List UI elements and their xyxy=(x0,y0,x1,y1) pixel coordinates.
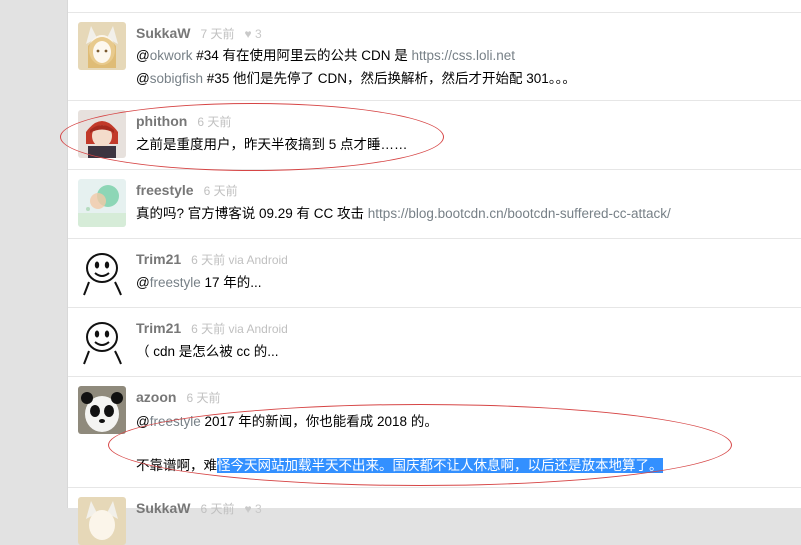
reply-time: 6 天前 xyxy=(197,115,232,129)
reply-meta: azoon 6 天前 xyxy=(136,388,220,407)
reply-text: #35 他们是先停了 CDN，然后换解析，然后才开始配 301。。。 xyxy=(203,71,576,86)
previous-reply-edge xyxy=(68,0,801,13)
mention-link[interactable]: freestyle xyxy=(150,275,201,290)
reply-text: （ cdn 是怎么被 cc 的... xyxy=(136,344,279,359)
username-link[interactable]: SukkaW xyxy=(136,25,190,41)
reply-time: 6 天前 xyxy=(186,391,221,405)
replies-panel: SukkaW 7 天前 ♥ 3 @okwork #34 有在使用阿里云的公共 CDN… xyxy=(67,0,801,545)
reply-line: @freestyle 17 年的... xyxy=(136,273,262,293)
reply-text: @ xyxy=(136,48,150,63)
reply-meta: freestyle 6 天前 xyxy=(136,181,238,200)
avatar[interactable] xyxy=(78,110,126,158)
like-count: ♥ 3 xyxy=(244,502,262,516)
avatar[interactable] xyxy=(78,497,126,545)
reply-line: 不靠谱啊，难怪今天网站加载半天不出来。国庆都不让人休息啊，以后还是放本地算了。 xyxy=(136,456,663,476)
avatar[interactable] xyxy=(78,248,126,296)
reply-cell: SukkaW 7 天前 ♥ 3 @okwork #34 有在使用阿里云的公共 CDN… xyxy=(68,13,801,101)
reply-meta: Trim21 6 天前 via Android xyxy=(136,250,288,269)
reply-text: @ xyxy=(136,71,150,86)
reply-text: 真的吗? 官方博客说 09.29 有 CC 攻击 xyxy=(136,206,368,221)
reply-time: 6 天前 via Android xyxy=(191,322,288,336)
reply-cell: Trim21 6 天前 via Android （ cdn 是怎么被 cc 的..… xyxy=(68,308,801,377)
reply-time: 6 天前 xyxy=(200,502,235,516)
mention-link[interactable]: okwork xyxy=(150,48,193,63)
reply-line: @sobigfish #35 他们是先停了 CDN，然后换解析，然后才开始配 3… xyxy=(136,69,576,89)
username-link[interactable]: freestyle xyxy=(136,182,194,198)
username-link[interactable]: phithon xyxy=(136,113,187,129)
reply-cell: SukkaW 6 天前 ♥ 3 xyxy=(68,488,801,545)
reply-text: 2017 年的新闻，你也能看成 2018 的。 xyxy=(200,414,438,429)
reply-line: @okwork #34 有在使用阿里云的公共 CDN 是 https://css… xyxy=(136,46,515,66)
avatar[interactable] xyxy=(78,179,126,227)
avatar[interactable] xyxy=(78,22,126,70)
reply-line: 之前是重度用户，昨天半夜搞到 5 点才睡…… xyxy=(136,135,408,155)
selected-text: 怪今天网站加载半天不出来。国庆都不让人休息啊，以后还是放本地算了。 xyxy=(217,458,663,473)
reply-line: @freestyle 2017 年的新闻，你也能看成 2018 的。 xyxy=(136,412,438,432)
reply-cell: Trim21 6 天前 via Android @freestyle 17 年的.… xyxy=(68,239,801,308)
url-link[interactable]: https://css.loli.net xyxy=(412,48,516,63)
reply-cell: azoon 6 天前 @freestyle 2017 年的新闻，你也能看成 201… xyxy=(68,377,801,488)
reply-line: （ cdn 是怎么被 cc 的... xyxy=(136,342,279,362)
like-count: ♥ 3 xyxy=(244,27,262,41)
username-link[interactable]: Trim21 xyxy=(136,320,181,336)
reply-line: 真的吗? 官方博客说 09.29 有 CC 攻击 https://blog.bo… xyxy=(136,204,671,224)
reply-text: 17 年的... xyxy=(200,275,262,290)
reply-text: 之前是重度用户，昨天半夜搞到 5 点才睡…… xyxy=(136,137,408,152)
avatar[interactable] xyxy=(78,386,126,434)
username-link[interactable]: SukkaW xyxy=(136,500,190,516)
avatar[interactable] xyxy=(78,317,126,365)
reply-meta: phithon 6 天前 xyxy=(136,112,231,131)
reply-time: 6 天前 via Android xyxy=(191,253,288,267)
username-link[interactable]: Trim21 xyxy=(136,251,181,267)
url-link[interactable]: https://blog.bootcdn.cn/bootcdn-suffered… xyxy=(368,206,671,221)
reply-meta: SukkaW 7 天前 ♥ 3 xyxy=(136,24,262,43)
reply-time: 6 天前 xyxy=(203,184,238,198)
reply-text: @ xyxy=(136,414,150,429)
username-link[interactable]: azoon xyxy=(136,389,176,405)
reply-text: @ xyxy=(136,275,150,290)
reply-cell: freestyle 6 天前 真的吗? 官方博客说 09.29 有 CC 攻击 h… xyxy=(68,170,801,239)
reply-meta: SukkaW 6 天前 ♥ 3 xyxy=(136,499,262,518)
reply-meta: Trim21 6 天前 via Android xyxy=(136,319,288,338)
reply-cell: phithon 6 天前 之前是重度用户，昨天半夜搞到 5 点才睡…… xyxy=(68,101,801,170)
mention-link[interactable]: freestyle xyxy=(150,414,201,429)
mention-link[interactable]: sobigfish xyxy=(150,71,203,86)
reply-time: 7 天前 xyxy=(200,27,235,41)
reply-text: 不靠谱啊，难 xyxy=(136,458,217,473)
reply-text: #34 有在使用阿里云的公共 CDN 是 xyxy=(192,48,412,63)
